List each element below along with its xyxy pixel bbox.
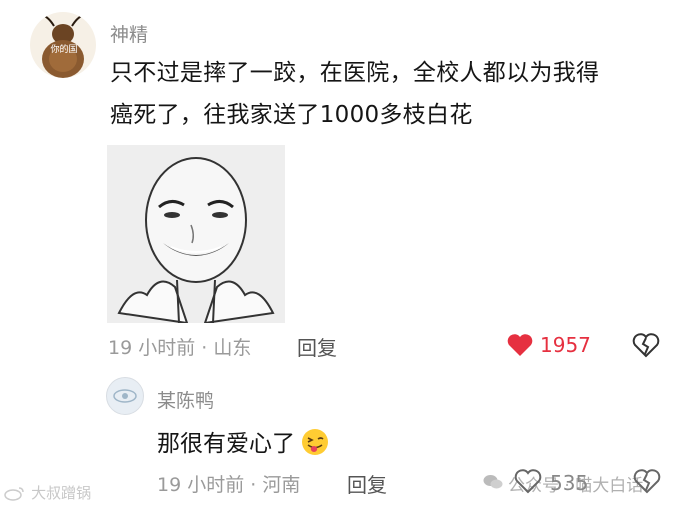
comment-text-line-2: 癌死了，往我家送了1000多枝白花 [110,102,473,128]
avatar-caption: 你的国 [50,45,78,55]
commenter-avatar[interactable]: 你的国 [30,12,96,78]
comment-username[interactable]: 神精 [110,20,148,47]
watermark-left-text: 大叔蹭锅 [31,484,92,502]
comment-time-location: 19 小时前 · 山东 [108,337,252,359]
broken-heart-icon[interactable] [633,468,661,494]
comment-text-line-1: 只不过是摔了一跤，在医院，全校人都以为我得 [110,60,600,86]
reply-content: 那很有爱心了 [157,424,329,458]
heart-filled-icon[interactable] [506,332,534,358]
comment-reply-button[interactable]: 回复 [297,332,337,361]
reply-reply-button[interactable]: 回复 [347,469,387,498]
weibo-icon [4,485,26,501]
reply-like-count: 535 [550,471,589,495]
comment-meme-image[interactable] [107,145,285,323]
watermark-left: 大叔蹭锅 [4,482,91,503]
reply-avatar[interactable] [106,377,144,415]
tongue-wink-emoji [302,429,329,455]
reply-time-location: 19 小时前 · 河南 [157,474,301,496]
reply-text: 那很有爱心了 [157,431,295,457]
wechat-icon [483,474,503,490]
broken-heart-icon[interactable] [632,332,660,358]
heart-outline-icon[interactable] [514,468,542,494]
comment-like-count: 1957 [540,333,591,357]
reply-username[interactable]: 某陈鸭 [157,386,214,413]
